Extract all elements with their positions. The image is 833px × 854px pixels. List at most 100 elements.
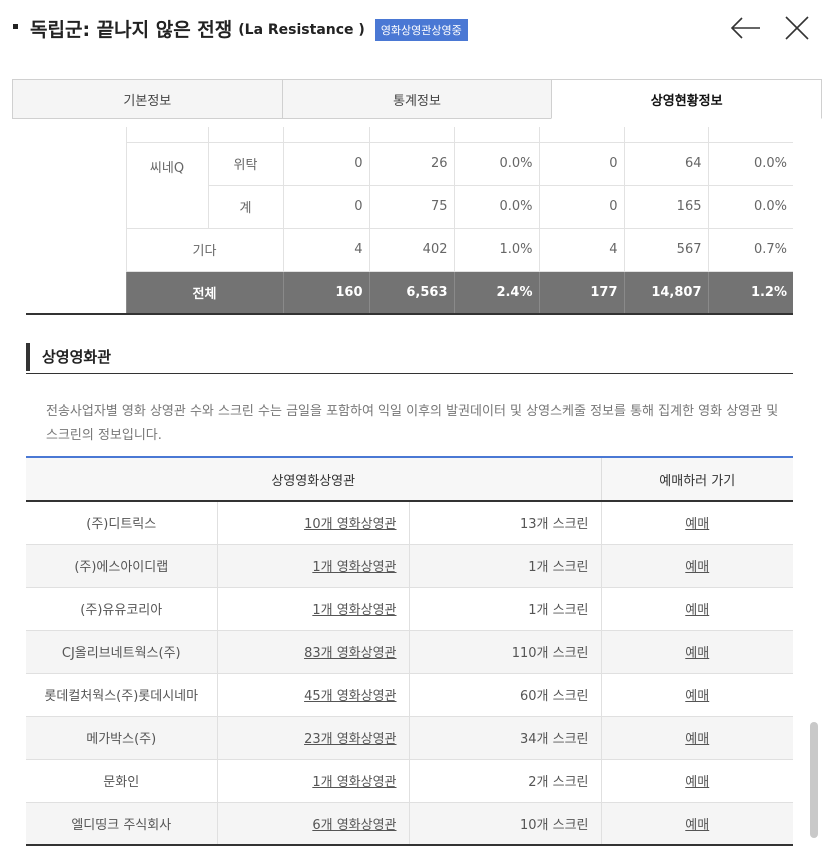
stats-cell: 0.0% — [453, 142, 539, 186]
stats-row-consign: 씨네Q 위탁 0 26 0.0% 0 64 0.0% — [26, 142, 793, 229]
booking-link[interactable]: 예매 — [685, 646, 709, 661]
theater-table-header: 상영영화상영관 예매하러 가기 — [26, 456, 793, 502]
theater-table: 상영영화상영관 예매하러 가기 (주)디트릭스 10개 영화상영관 13개 스크린 예… — [26, 456, 793, 846]
stats-cell: 160 — [282, 271, 369, 315]
stats-cell: 1.2% — [707, 271, 793, 315]
distributor-name: (주)에스아이디랩 — [74, 560, 169, 575]
stats-cell: 0 — [538, 185, 624, 229]
booking-link[interactable]: 예매 — [685, 818, 709, 833]
stats-cell: 14,807 — [623, 271, 708, 315]
screen-count: 2개 스크린 — [528, 775, 589, 790]
booking-link-cell: 예매 — [600, 501, 793, 545]
screen-count-cell: 13개 스크린 — [408, 501, 601, 545]
stats-cell: 6,563 — [368, 271, 454, 315]
theater-count-link[interactable]: 1개 영화상영관 — [312, 775, 396, 790]
tab-basic-info[interactable]: 기본정보 — [12, 79, 282, 119]
screen-count: 110개 스크린 — [511, 646, 589, 661]
stats-cell: 567 — [623, 228, 708, 272]
stats-cell: 0.0% — [707, 185, 793, 229]
stats-row-partial — [26, 127, 793, 143]
distributor-name: CJ올리브네트웍스(주) — [61, 646, 181, 661]
stats-total-label: 전체 — [125, 271, 283, 315]
stats-cell: 0 — [538, 142, 624, 186]
theater-count-link[interactable]: 23개 영화상영관 — [304, 732, 396, 747]
distributor-name-cell: 엘디띵크 주식회사 — [26, 802, 217, 846]
booking-link-cell: 예매 — [600, 802, 793, 846]
screen-count: 13개 스크린 — [519, 517, 589, 533]
theater-count-link-cell: 1개 영화상영관 — [216, 587, 409, 631]
section-title: 상영영화관 — [42, 348, 112, 366]
theater-count-link[interactable]: 6개 영화상영관 — [312, 818, 396, 833]
theater-count-link[interactable]: 45개 영화상영관 — [304, 689, 396, 704]
distributor-name-cell: CJ올리브네트웍스(주) — [26, 630, 217, 674]
distributor-name-cell: (주)유유코리아 — [26, 587, 217, 631]
screen-count-cell: 34개 스크린 — [408, 716, 601, 760]
screen-count: 10개 스크린 — [519, 817, 589, 833]
theater-count-link-cell: 45개 영화상영관 — [216, 673, 409, 717]
distributor-name: 메가박스(주) — [86, 732, 157, 747]
section-description: 전송사업자별 영화 상영관 수와 스크린 수는 금일을 포함하여 익일 이후의 … — [46, 404, 779, 443]
booking-link-cell: 예매 — [600, 759, 793, 803]
booking-link[interactable]: 예매 — [685, 517, 709, 532]
theater-count-link-cell: 83개 영화상영관 — [216, 630, 409, 674]
section-bar — [26, 343, 30, 371]
status-badge: 영화상영관상영중 — [374, 18, 468, 41]
screen-count: 1개 스크린 — [528, 603, 589, 618]
stats-cell: 26 — [368, 142, 454, 186]
theater-count-link[interactable]: 1개 영화상영관 — [312, 603, 396, 618]
booking-link[interactable]: 예매 — [685, 732, 709, 747]
table-row: 롯데컬처웍스(주)롯데시네마 45개 영화상영관 60개 스크린 예매 — [26, 673, 793, 717]
tab-bar: 기본정보 통계정보 상영현황정보 — [12, 79, 823, 119]
screen-count-cell: 60개 스크린 — [408, 673, 601, 717]
table-row: CJ올리브네트웍스(주) 83개 영화상영관 110개 스크린 예매 — [26, 630, 793, 674]
stats-etc-label: 기다 — [125, 228, 283, 272]
stats-cell: 4 — [538, 228, 624, 272]
table-row: (주)유유코리아 1개 영화상영관 1개 스크린 예매 — [26, 587, 793, 631]
screen-count-cell: 1개 스크린 — [408, 587, 601, 631]
section-header: 상영영화관 — [26, 341, 793, 374]
stats-cell: 0 — [282, 185, 369, 229]
title-bullet — [13, 24, 18, 29]
close-icon[interactable] — [784, 15, 810, 41]
stats-cell: 1.0% — [453, 228, 539, 272]
theater-count-link-cell: 1개 영화상영관 — [216, 544, 409, 588]
table-row: (주)디트릭스 10개 영화상영관 13개 스크린 예매 — [26, 501, 793, 545]
scrollbar-thumb[interactable] — [810, 722, 818, 838]
tab-statistics[interactable]: 통계정보 — [281, 79, 552, 119]
theater-count-link[interactable]: 1개 영화상영관 — [312, 560, 396, 575]
theater-count-link[interactable]: 10개 영화상영관 — [304, 517, 396, 532]
booking-link[interactable]: 예매 — [685, 689, 709, 704]
distributor-name: (주)디트릭스 — [86, 517, 157, 533]
distributor-name: 롯데컬처웍스(주)롯데시네마 — [44, 689, 199, 704]
distributor-name: 엘디띵크 주식회사 — [71, 817, 172, 833]
stats-group-label: 씨네Q — [125, 142, 208, 229]
stats-table: 씨네Q 위탁 0 26 0.0% 0 64 0.0% 계 0 75 0.0% 0… — [26, 127, 793, 315]
tab-screening-status[interactable]: 상영현황정보 — [551, 79, 823, 119]
stats-cell: 177 — [538, 271, 624, 315]
header-booking: 예매하러 가기 — [600, 456, 793, 502]
distributor-name-cell: (주)디트릭스 — [26, 501, 217, 545]
stats-sub-label: 위탁 — [207, 142, 283, 186]
screen-count-cell: 10개 스크린 — [408, 802, 601, 846]
stats-cell: 0.0% — [707, 142, 793, 186]
screen-count-cell: 1개 스크린 — [408, 544, 601, 588]
stats-cell: 0.7% — [707, 228, 793, 272]
booking-link-cell: 예매 — [600, 630, 793, 674]
theater-count-link-cell: 6개 영화상영관 — [216, 802, 409, 846]
stats-cell: 0.0% — [453, 185, 539, 229]
theater-count-link[interactable]: 83개 영화상영관 — [304, 646, 396, 661]
stats-row-total: 전체 160 6,563 2.4% 177 14,807 1.2% — [26, 271, 793, 315]
theater-count-link-cell: 23개 영화상영관 — [216, 716, 409, 760]
screen-count: 1개 스크린 — [528, 560, 589, 575]
booking-link[interactable]: 예매 — [685, 603, 709, 618]
stats-cell: 165 — [623, 185, 708, 229]
booking-link[interactable]: 예매 — [685, 775, 709, 790]
arrow-left-icon[interactable] — [730, 14, 762, 42]
screen-count-cell: 110개 스크린 — [408, 630, 601, 674]
table-row: 문화인 1개 영화상영관 2개 스크린 예매 — [26, 759, 793, 803]
table-row: 엘디띵크 주식회사 6개 영화상영관 10개 스크린 예매 — [26, 802, 793, 846]
stats-sub-label: 계 — [207, 185, 283, 229]
booking-link[interactable]: 예매 — [685, 560, 709, 575]
distributor-name: 문화인 — [103, 775, 140, 790]
stats-cell: 75 — [368, 185, 454, 229]
